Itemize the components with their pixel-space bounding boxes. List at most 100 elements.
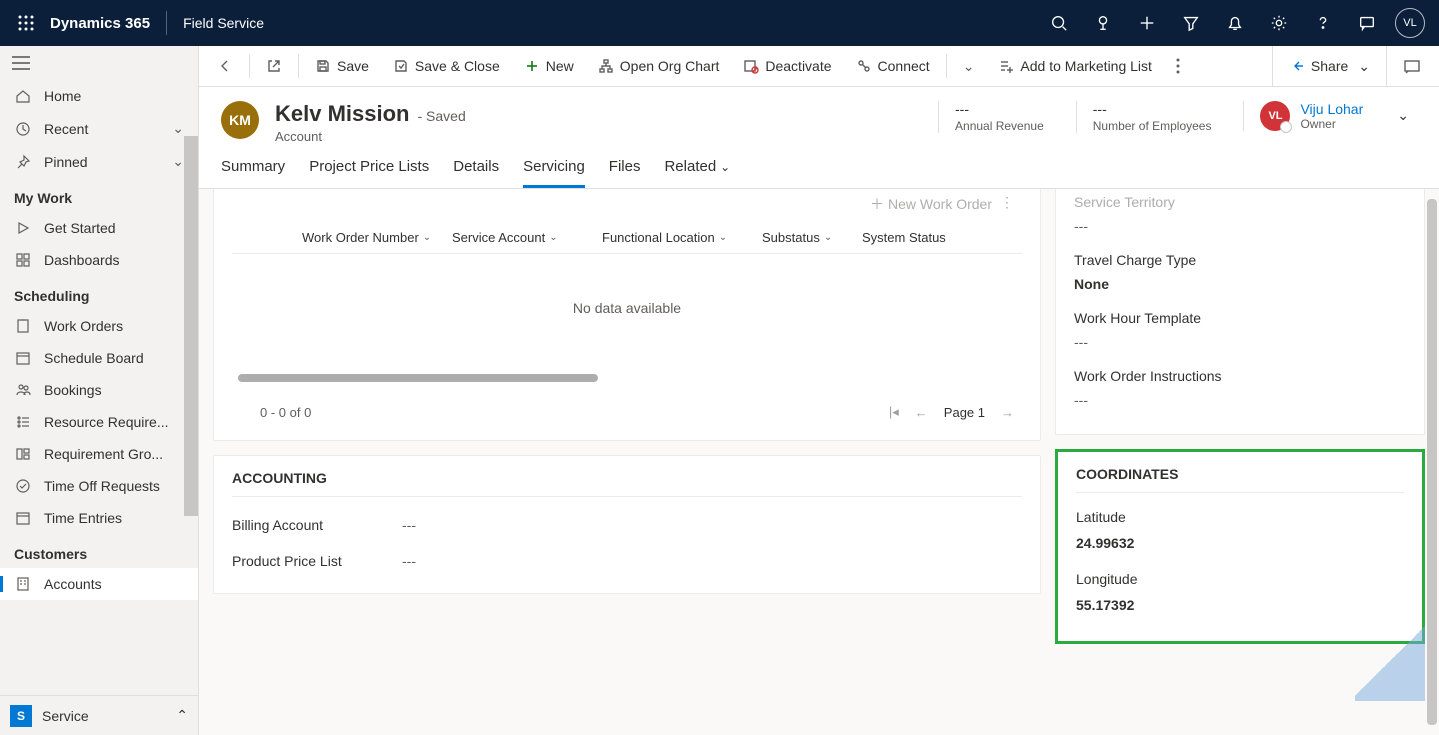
sidebar-item-time-off[interactable]: Time Off Requests <box>0 470 198 502</box>
header-expand-button[interactable]: ⌄ <box>1389 101 1417 130</box>
sidebar-item-dashboards[interactable]: Dashboards <box>0 244 198 276</box>
connect-button[interactable]: Connect <box>844 46 942 86</box>
command-bar: Save Save & Close New Open Org Chart Dea… <box>199 46 1439 87</box>
field-service-territory[interactable]: Service Territory --- <box>1074 189 1406 246</box>
sidebar-label: Home <box>44 88 81 104</box>
sidebar-toggle-button[interactable] <box>12 56 36 70</box>
sidebar-item-schedule-board[interactable]: Schedule Board <box>0 342 198 374</box>
user-avatar[interactable]: VL <box>1395 8 1425 38</box>
pager-first-button[interactable]: |◂ <box>881 404 907 420</box>
deactivate-button[interactable]: Deactivate <box>731 46 843 86</box>
building-icon <box>14 576 32 592</box>
group-icon <box>14 446 32 462</box>
pager-page-label: Page 1 <box>944 405 985 420</box>
sidebar-label: Time Entries <box>44 510 122 526</box>
sidebar-label: Dashboards <box>44 252 120 268</box>
chevron-down-icon: ⌄ <box>719 232 727 243</box>
save-status: - Saved <box>417 108 465 124</box>
sidebar-label: Recent <box>44 121 88 137</box>
sidebar-item-pinned[interactable]: Pinned ⌄ <box>0 145 198 178</box>
sidebar-item-home[interactable]: Home <box>0 80 198 112</box>
sidebar-item-work-orders[interactable]: Work Orders <box>0 310 198 342</box>
sidebar-item-resource-requirements[interactable]: Resource Require... <box>0 406 198 438</box>
column-header-substatus[interactable]: Substatus⌄ <box>752 230 852 245</box>
field-longitude[interactable]: Longitude 55.17392 <box>1076 565 1404 627</box>
subgrid-more-button[interactable]: ⋮ <box>992 194 1022 214</box>
column-header-work-order-number[interactable]: Work Order Number⌄ <box>292 230 442 245</box>
chat-button[interactable] <box>1345 0 1389 46</box>
tab-servicing[interactable]: Servicing <box>523 158 585 188</box>
notifications-button[interactable] <box>1213 0 1257 46</box>
header-field-employees[interactable]: --- Number of Employees <box>1076 101 1228 133</box>
tab-details[interactable]: Details <box>453 158 499 188</box>
chevron-down-icon: ⌄ <box>963 58 975 75</box>
sidebar-scrollbar[interactable] <box>184 136 198 516</box>
share-button[interactable]: Share⌄ <box>1277 46 1382 86</box>
field-work-order-instructions[interactable]: Work Order Instructions --- <box>1074 362 1406 420</box>
sidebar-section-mywork: My Work <box>0 178 198 212</box>
field-travel-charge-type[interactable]: Travel Charge Type None <box>1074 246 1406 304</box>
sidebar-item-requirement-groups[interactable]: Requirement Gro... <box>0 438 198 470</box>
add-to-marketing-list-button[interactable]: Add to Marketing List <box>986 46 1164 86</box>
sidebar-item-get-started[interactable]: Get Started <box>0 212 198 244</box>
search-button[interactable] <box>1037 0 1081 46</box>
overflow-button[interactable] <box>1164 46 1192 86</box>
tab-related[interactable]: Related⌄ <box>664 158 730 188</box>
new-work-order-button[interactable]: ＋New Work Order <box>870 194 992 214</box>
filter-button[interactable] <box>1169 0 1213 46</box>
popout-button[interactable] <box>254 46 294 86</box>
chevron-down-icon: ⌄ <box>172 120 184 137</box>
sidebar-item-time-entries[interactable]: Time Entries <box>0 502 198 534</box>
new-button[interactable]: New <box>512 46 586 86</box>
home-icon <box>14 88 32 104</box>
tab-files[interactable]: Files <box>609 158 641 188</box>
chevron-down-icon: ⌄ <box>824 232 832 243</box>
sidebar-item-accounts[interactable]: Accounts <box>0 568 198 600</box>
owner-name-link[interactable]: Viju Lohar <box>1300 101 1363 117</box>
area-label: Service <box>42 708 89 724</box>
pager-count: 0 - 0 of 0 <box>260 405 311 420</box>
settings-button[interactable] <box>1257 0 1301 46</box>
clock-icon <box>14 121 32 137</box>
column-header-system-status[interactable]: System Status <box>852 230 962 245</box>
record-header: KM Kelv Mission - Saved Account --- Annu… <box>199 87 1439 144</box>
column-header-service-account[interactable]: Service Account⌄ <box>442 230 592 245</box>
field-billing-account[interactable]: Billing Account --- <box>232 507 1022 543</box>
connect-dropdown-button[interactable]: ⌄ <box>951 46 987 86</box>
side-panel-button[interactable] <box>1391 46 1433 86</box>
entity-avatar: KM <box>221 101 259 139</box>
header-field-annual-revenue[interactable]: --- Annual Revenue <box>938 101 1060 133</box>
pager-prev-button[interactable]: ← <box>907 405 936 420</box>
field-work-hour-template[interactable]: Work Hour Template --- <box>1074 304 1406 362</box>
pager-next-button[interactable]: → <box>993 405 1022 420</box>
sidebar-item-bookings[interactable]: Bookings <box>0 374 198 406</box>
sidebar-label: Requirement Gro... <box>44 446 163 462</box>
save-button[interactable]: Save <box>303 46 381 86</box>
column-header-functional-location[interactable]: Functional Location⌄ <box>592 230 752 245</box>
calendar-icon <box>14 510 32 526</box>
sidebar-label: Get Started <box>44 220 116 236</box>
app-name-label[interactable]: Field Service <box>183 15 264 31</box>
clipboard-icon <box>14 318 32 334</box>
assistant-button[interactable] <box>1081 0 1125 46</box>
open-org-chart-button[interactable]: Open Org Chart <box>586 46 732 86</box>
tab-summary[interactable]: Summary <box>221 158 285 188</box>
grid-horizontal-scrollbar[interactable] <box>232 374 1022 382</box>
header-field-owner[interactable]: VL Viju Lohar Owner <box>1243 101 1373 131</box>
help-button[interactable] <box>1301 0 1345 46</box>
field-product-price-list[interactable]: Product Price List --- <box>232 543 1022 579</box>
tab-project-price-lists[interactable]: Project Price Lists <box>309 158 429 188</box>
play-icon <box>14 220 32 236</box>
content-scrollbar[interactable] <box>1427 199 1437 725</box>
sidebar-item-recent[interactable]: Recent ⌄ <box>0 112 198 145</box>
form-tabs: Summary Project Price Lists Details Serv… <box>199 144 1439 189</box>
add-button[interactable] <box>1125 0 1169 46</box>
save-close-button[interactable]: Save & Close <box>381 46 512 86</box>
sidebar-label: Pinned <box>44 154 88 170</box>
area-switcher[interactable]: S Service ⌃ <box>0 695 198 735</box>
sidebar-section-customers: Customers <box>0 534 198 568</box>
sidebar-section-scheduling: Scheduling <box>0 276 198 310</box>
app-launcher-button[interactable] <box>8 5 44 41</box>
back-button[interactable] <box>205 46 245 86</box>
field-latitude[interactable]: Latitude 24.99632 <box>1076 503 1404 565</box>
